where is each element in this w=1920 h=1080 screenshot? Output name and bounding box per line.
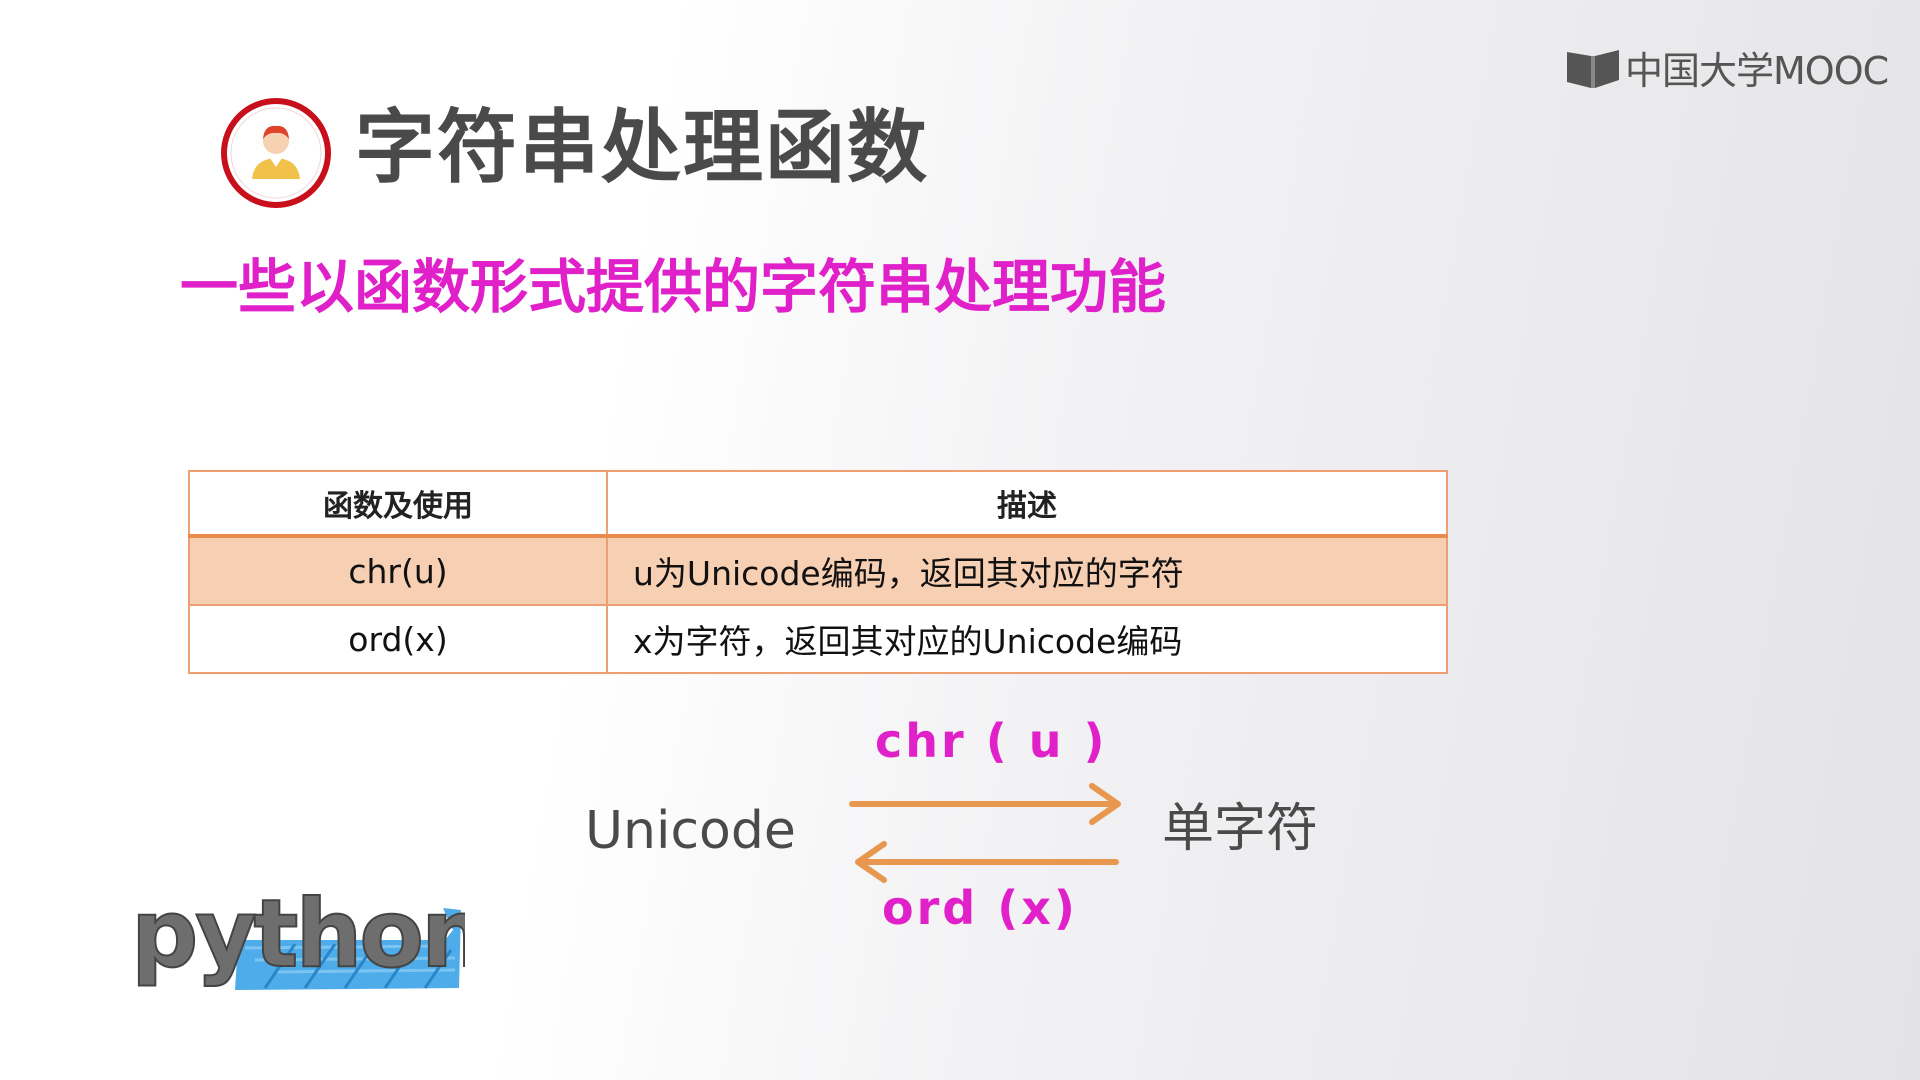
unicode-label: Unicode	[585, 801, 796, 861]
mooc-logo: 中国大学MOOC	[1565, 40, 1889, 95]
table-row: ord(x) x为字符，返回其对应的Unicode编码	[188, 604, 1448, 674]
left-arrow-icon	[855, 841, 1119, 883]
table-header-row: 函数及使用 描述	[188, 470, 1448, 538]
open-book-icon	[1567, 49, 1619, 88]
header-description: 描述	[606, 470, 1448, 538]
description-cell: u为Unicode编码，返回其对应的字符	[606, 535, 1448, 606]
function-table: 函数及使用 描述 chr(u) u为Unicode编码，返回其对应的字符 ord…	[188, 470, 1448, 674]
python-logo: python	[130, 880, 465, 990]
single-char-label: 单字符	[1162, 799, 1319, 859]
chr-function-label: chr ( u )	[875, 714, 1108, 768]
table-row: chr(u) u为Unicode编码，返回其对应的字符	[188, 535, 1448, 606]
function-cell: ord(x)	[188, 604, 608, 674]
ord-function-label: ord (x)	[882, 881, 1078, 935]
header-function: 函数及使用	[188, 470, 608, 538]
function-cell: chr(u)	[188, 535, 608, 606]
description-cell: x为字符，返回其对应的Unicode编码	[606, 604, 1448, 674]
brand-name: 中国大学MOOC	[1625, 49, 1889, 93]
slide-subtitle: 一些以函数形式提供的字符串处理功能	[180, 253, 1167, 321]
right-arrow-icon	[849, 783, 1121, 825]
person-avatar-icon	[221, 98, 331, 208]
slide-title: 字符串处理函数	[355, 101, 929, 194]
python-logo-text: python	[131, 880, 465, 989]
